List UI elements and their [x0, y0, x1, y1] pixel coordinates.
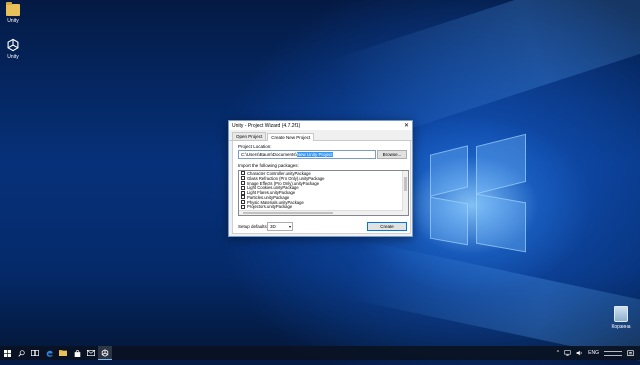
setup-defaults-value: 3D	[270, 224, 276, 229]
project-wizard-dialog: Unity - Project Wizard (4.7.2f1) ✕ Open …	[228, 120, 413, 237]
import-packages-label: Import the following packages:	[238, 163, 299, 168]
scrollbar-thumb[interactable]	[404, 177, 407, 191]
notifications-icon[interactable]	[627, 349, 634, 357]
package-checkbox[interactable]	[241, 176, 245, 181]
recycle-bin-icon	[614, 306, 628, 322]
desktop-icon-unity-folder[interactable]: Unity	[0, 2, 26, 24]
package-checkbox[interactable]	[241, 204, 245, 209]
package-checkbox[interactable]	[241, 171, 245, 176]
project-location-label: Project Location:	[238, 144, 272, 149]
desktop-icon-label: Корзина	[611, 324, 631, 330]
language-indicator[interactable]: ENG	[588, 350, 599, 356]
unity-icon	[7, 38, 19, 52]
package-checkbox[interactable]	[241, 195, 245, 200]
dialog-title: Unity - Project Wizard (4.7.2f1)	[232, 122, 301, 129]
package-label: Projectors.unityPackage	[247, 204, 293, 210]
list-item[interactable]: Projectors.unityPackage	[239, 204, 408, 210]
desktop-icon-recycle-bin[interactable]: Корзина	[608, 306, 634, 330]
mail-icon[interactable]	[84, 346, 98, 360]
folder-icon	[6, 2, 20, 16]
project-location-path: C:\Users\Baum\Documents\	[241, 152, 297, 157]
tab-create-new-project[interactable]: Create New Project	[267, 133, 315, 141]
system-tray: ^ ENG	[557, 346, 634, 360]
clock-display	[604, 350, 622, 356]
create-project-panel: Project Location: C:\Users\Baum\Document…	[232, 141, 411, 234]
dialog-tabs: Open Project Create New Project	[229, 130, 412, 141]
wallpaper-window-pane	[476, 133, 526, 195]
network-icon[interactable]	[564, 350, 571, 356]
horizontal-scrollbar[interactable]	[239, 210, 403, 215]
desktop-icon-label: Unity	[7, 18, 19, 24]
search-icon[interactable]	[14, 346, 28, 360]
task-view-icon[interactable]	[28, 346, 42, 360]
package-list[interactable]: Character Controller.unityPackage Glass …	[238, 170, 409, 216]
setup-defaults-select[interactable]: 3D ▾	[267, 222, 293, 231]
package-checkbox[interactable]	[241, 200, 245, 205]
wallpaper-window-pane	[476, 193, 526, 253]
windows-start-icon[interactable]	[0, 346, 14, 360]
desktop-icon-unity-app[interactable]: Unity	[0, 38, 26, 60]
wallpaper-window-pane	[430, 145, 468, 197]
project-location-input[interactable]: C:\Users\Baum\Documents\New Unity Projec…	[238, 150, 376, 159]
file-explorer-icon[interactable]	[56, 346, 70, 360]
dialog-titlebar[interactable]: Unity - Project Wizard (4.7.2f1) ✕	[229, 121, 412, 130]
project-location-selected-text: New Unity Project	[296, 152, 333, 157]
wallpaper-window-pane	[430, 196, 468, 246]
package-checkbox[interactable]	[241, 190, 245, 195]
chevron-up-icon[interactable]: ^	[557, 350, 559, 356]
unity-icon[interactable]	[98, 346, 112, 360]
volume-icon[interactable]	[576, 350, 583, 356]
package-checkbox[interactable]	[241, 180, 245, 185]
close-icon[interactable]: ✕	[404, 123, 409, 129]
vertical-scrollbar[interactable]	[402, 171, 408, 215]
browse-button[interactable]: Browse...	[377, 150, 407, 159]
create-button[interactable]: Create	[367, 222, 407, 231]
store-icon[interactable]	[70, 346, 84, 360]
scrollbar-thumb[interactable]	[243, 212, 333, 214]
edge-icon[interactable]	[42, 346, 56, 360]
clock[interactable]	[604, 350, 622, 356]
chevron-down-icon: ▾	[288, 224, 291, 229]
tab-open-project[interactable]: Open Project	[232, 132, 267, 140]
desktop-icon-label: Unity	[7, 54, 19, 60]
package-checkbox[interactable]	[241, 185, 245, 190]
taskbar: ^ ENG	[0, 346, 640, 360]
